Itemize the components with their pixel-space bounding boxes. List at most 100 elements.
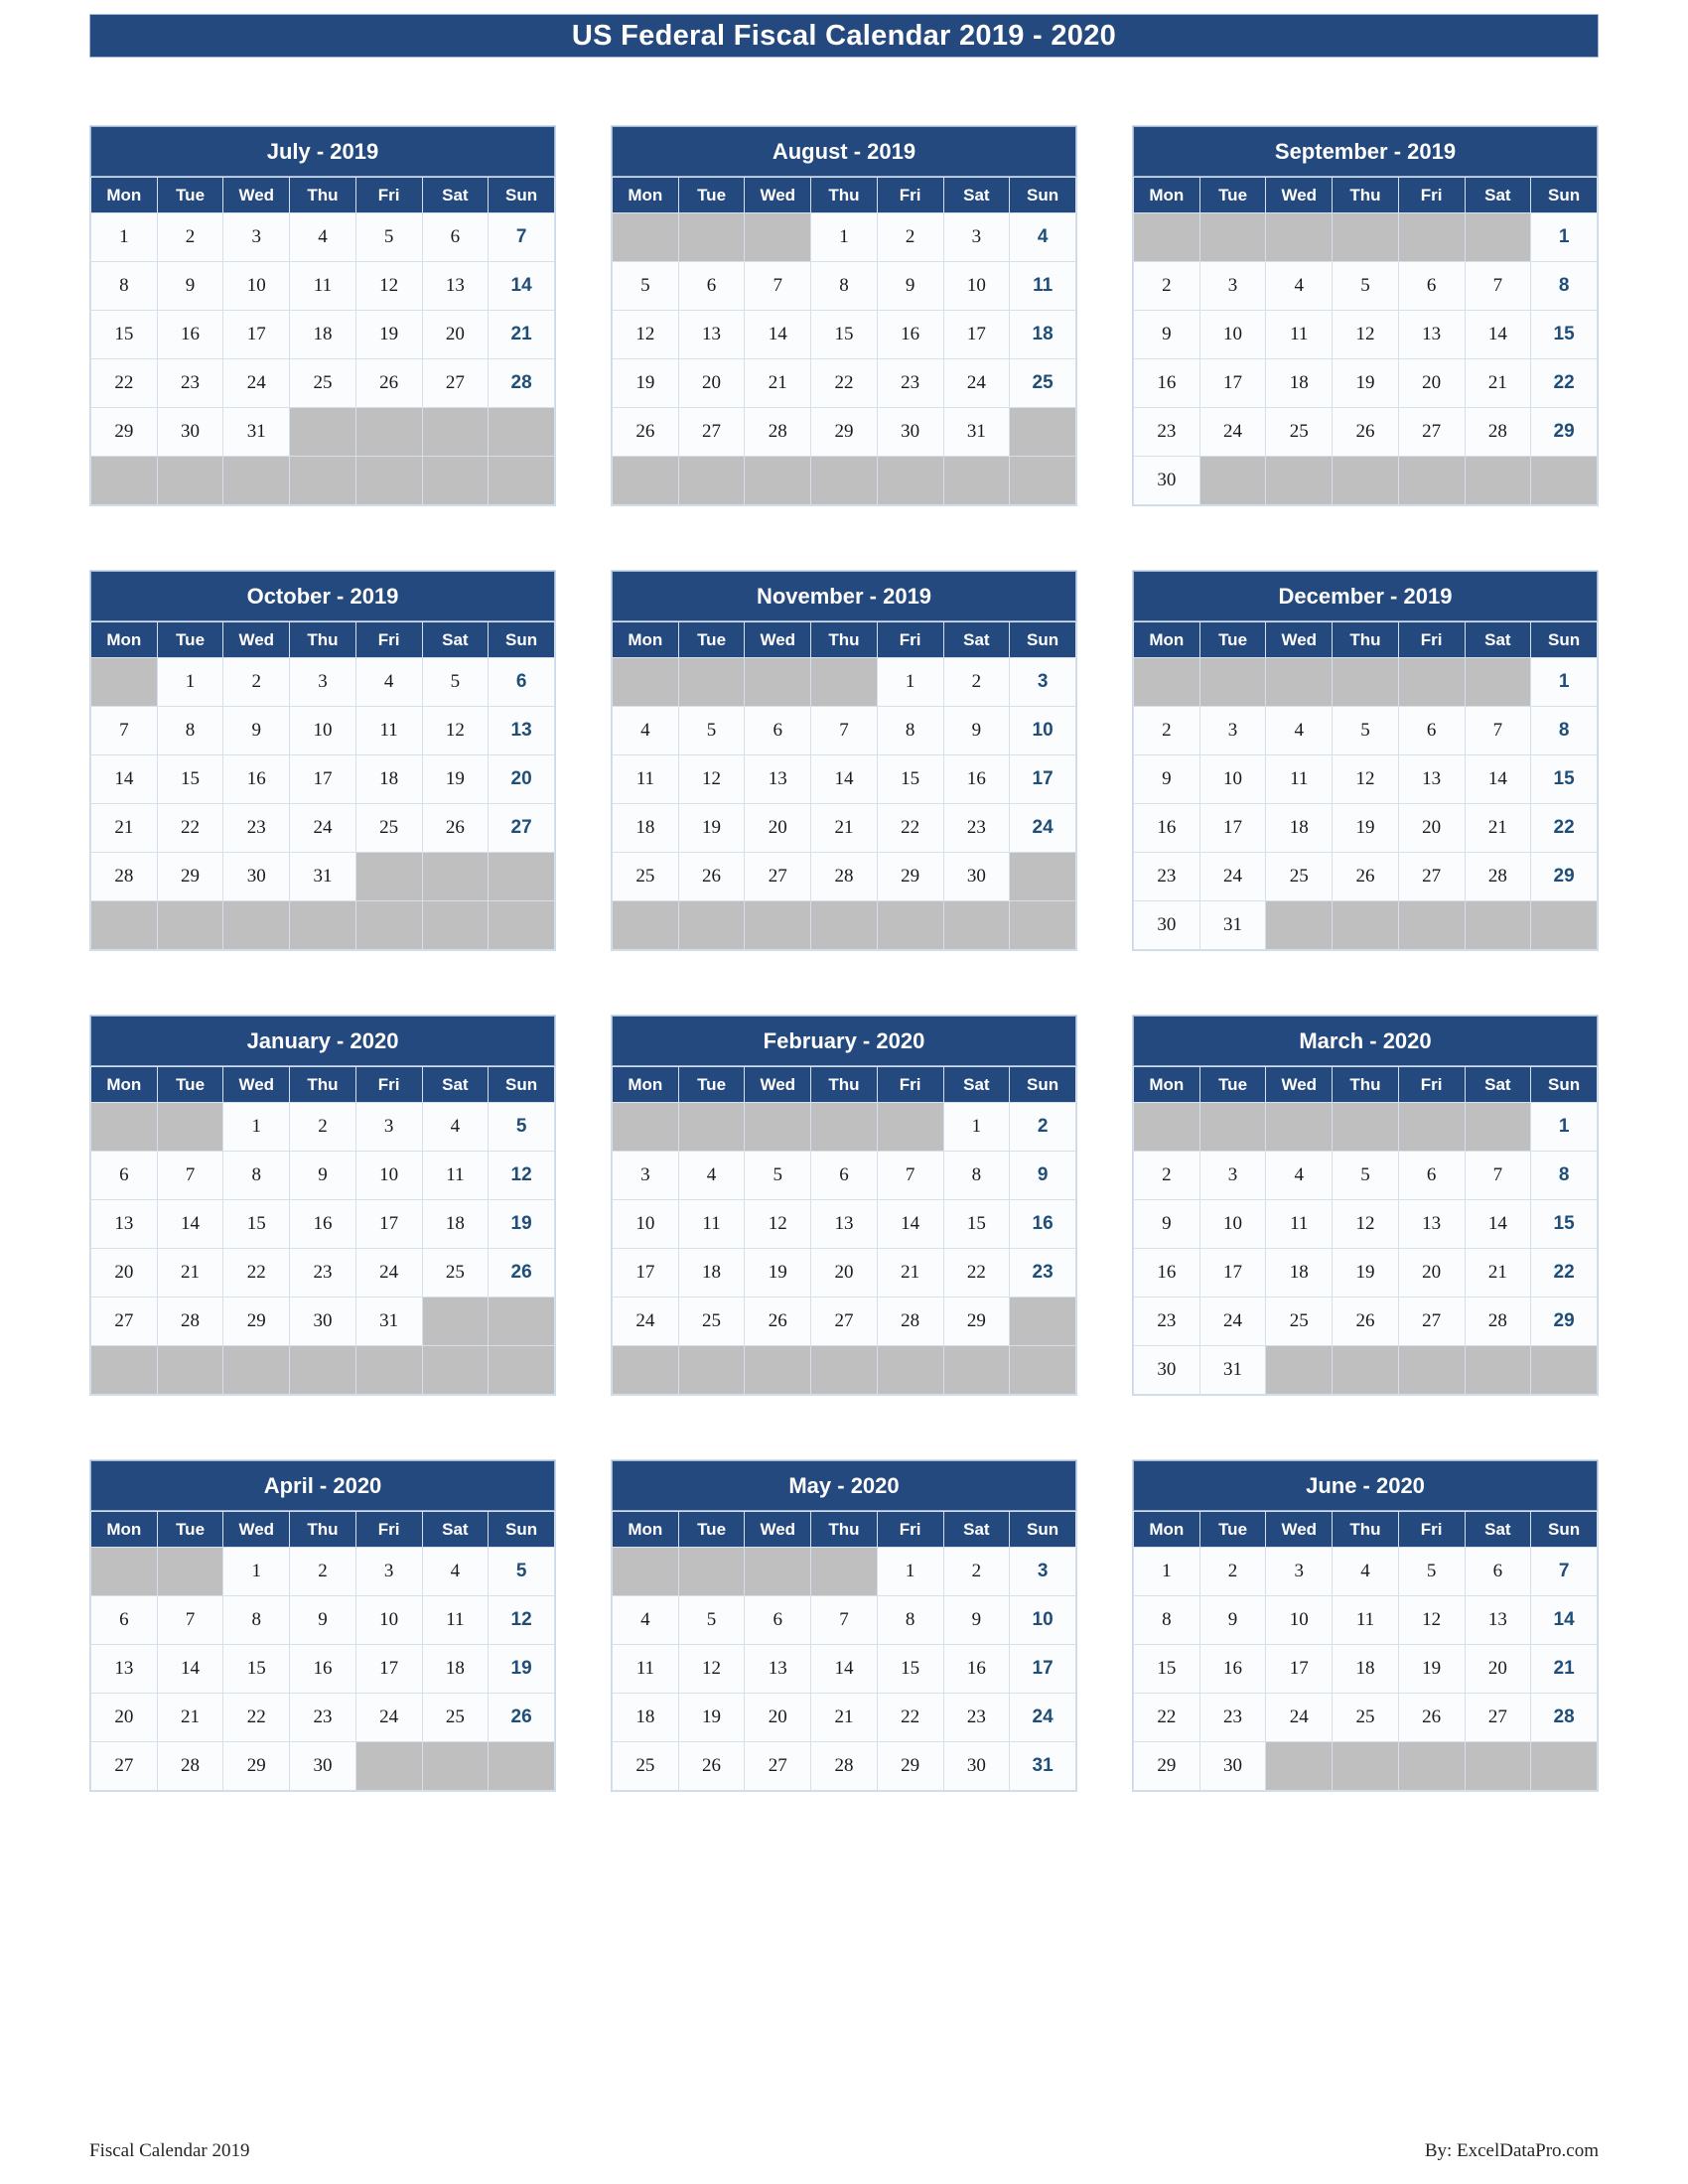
day-cell: 19 [489, 1200, 554, 1248]
month-table: Mon Tue Wed Thu Fri Sat Sun 1 2 3 4 5 6 7 8 9 10 11 12 13 14… [612, 1066, 1076, 1395]
day-cell: 19 [422, 755, 489, 803]
weekday-header-thu: Thu [290, 178, 355, 212]
week-row: 12345 [91, 1103, 554, 1151]
day-cell: 30 [877, 408, 943, 456]
day-cell: 17 [355, 1645, 422, 1693]
day-cell: 27 [811, 1297, 877, 1345]
day-cell: 1 [943, 1103, 1010, 1151]
weekday-header-sun: Sun [1010, 178, 1075, 212]
day-cell: 3 [1199, 707, 1266, 754]
day-cell: 27 [745, 853, 811, 900]
month-block-february-2020: February - 2020 Mon Tue Wed Thu Fri Sat Sun 1 2 3 4… [611, 1015, 1077, 1396]
week-row: 123 [613, 658, 1075, 706]
weekday-header-thu: Thu [811, 1512, 877, 1547]
week-row: 20 21 22 23 24 25 26 [91, 1249, 554, 1297]
day-cell: 5 [1398, 1548, 1465, 1595]
day-cell: 9 [157, 262, 223, 310]
day-cell: 22 [1531, 359, 1597, 407]
day-cell: 23 [290, 1249, 355, 1297]
empty-day-cell [678, 213, 745, 261]
weekday-header-mon: Mon [91, 1067, 157, 1102]
day-cell: 7 [157, 1152, 223, 1199]
day-cell: 28 [1465, 408, 1531, 456]
day-cell: 14 [91, 755, 157, 803]
weekday-header-mon: Mon [1134, 622, 1199, 657]
day-cell: 8 [943, 1152, 1010, 1199]
day-cell: 27 [745, 1742, 811, 1790]
day-cell: 26 [489, 1249, 554, 1297]
empty-day-cell [1398, 213, 1465, 261]
day-cell: 21 [157, 1249, 223, 1297]
day-cell: 13 [91, 1200, 157, 1248]
months-grid: July - 2019 Mon Tue Wed Thu Fri Sat Sun 1 2 3 4 5 6 7 8… [89, 125, 1599, 1792]
week-row: 22 23 24 25 26 27 28 [1134, 1694, 1597, 1741]
day-cell: 2 [290, 1103, 355, 1151]
weekday-header-mon: Mon [1134, 1512, 1199, 1547]
empty-day-cell [613, 213, 678, 261]
day-cell: 23 [1134, 853, 1199, 900]
empty-day-cell [355, 901, 422, 949]
weekday-header-sun: Sun [1010, 622, 1075, 657]
day-cell: 9 [943, 1596, 1010, 1644]
day-cell: 27 [678, 408, 745, 456]
week-row: 23 24 25 26 27 28 29 [1134, 1297, 1597, 1345]
month-block-december-2019: December - 2019 Mon Tue Wed Thu Fri Sat Sun 1 2 3 4… [1132, 570, 1599, 951]
day-cell: 30 [1199, 1742, 1266, 1790]
weekday-header-tue: Tue [1199, 1067, 1266, 1102]
weekday-header-sat: Sat [422, 178, 489, 212]
week-row: 12 13 14 15 16 17 18 [613, 311, 1075, 358]
week-row: 21 22 23 24 25 26 27 [91, 804, 554, 852]
day-cell: 3 [1010, 658, 1075, 706]
empty-day-cell [489, 1297, 554, 1345]
weekday-header-wed: Wed [1266, 178, 1333, 212]
weekday-header-fri: Fri [1398, 1512, 1465, 1547]
day-cell: 23 [157, 359, 223, 407]
day-cell: 29 [1531, 408, 1597, 456]
day-cell: 7 [157, 1596, 223, 1644]
day-cell: 26 [355, 359, 422, 407]
day-cell: 16 [1134, 1249, 1199, 1297]
empty-day-cell [1266, 1742, 1333, 1790]
day-cell: 25 [613, 1742, 678, 1790]
empty-day-cell [91, 1548, 157, 1595]
day-cell: 12 [489, 1596, 554, 1644]
day-cell: 7 [811, 1596, 877, 1644]
empty-day-cell [678, 1346, 745, 1394]
day-cell: 2 [1199, 1548, 1266, 1595]
month-title: November - 2019 [612, 571, 1076, 621]
week-row: 28 29 30 31 [91, 853, 554, 900]
day-cell: 10 [223, 262, 290, 310]
day-cell: 28 [811, 853, 877, 900]
day-cell: 31 [1199, 1346, 1266, 1394]
day-cell: 28 [157, 1742, 223, 1790]
day-cell: 16 [1199, 1645, 1266, 1693]
day-cell: 4 [1010, 213, 1075, 261]
day-cell: 19 [1333, 359, 1398, 407]
day-cell: 9 [290, 1596, 355, 1644]
empty-day-cell [1266, 213, 1333, 261]
day-cell: 6 [1465, 1548, 1531, 1595]
empty-day-cell [1333, 1742, 1398, 1790]
day-cell: 22 [811, 359, 877, 407]
weekday-header-row: Mon Tue Wed Thu Fri Sat Sun [91, 622, 554, 657]
day-cell: 12 [678, 1645, 745, 1693]
day-cell: 20 [745, 1694, 811, 1741]
empty-day-cell [489, 408, 554, 456]
day-cell: 30 [1134, 901, 1199, 949]
month-title: May - 2020 [612, 1460, 1076, 1511]
day-cell: 26 [678, 853, 745, 900]
week-row: 14 15 16 17 18 19 20 [91, 755, 554, 803]
day-cell: 11 [422, 1152, 489, 1199]
day-cell: 12 [422, 707, 489, 754]
weekday-header-wed: Wed [745, 1067, 811, 1102]
empty-day-cell [422, 1297, 489, 1345]
day-cell: 14 [157, 1645, 223, 1693]
day-cell: 25 [1010, 359, 1075, 407]
weekday-header-fri: Fri [355, 178, 422, 212]
day-cell: 21 [157, 1694, 223, 1741]
day-cell: 30 [157, 408, 223, 456]
weekday-header-wed: Wed [745, 622, 811, 657]
empty-day-cell [678, 658, 745, 706]
day-cell: 19 [355, 311, 422, 358]
day-cell: 25 [678, 1297, 745, 1345]
